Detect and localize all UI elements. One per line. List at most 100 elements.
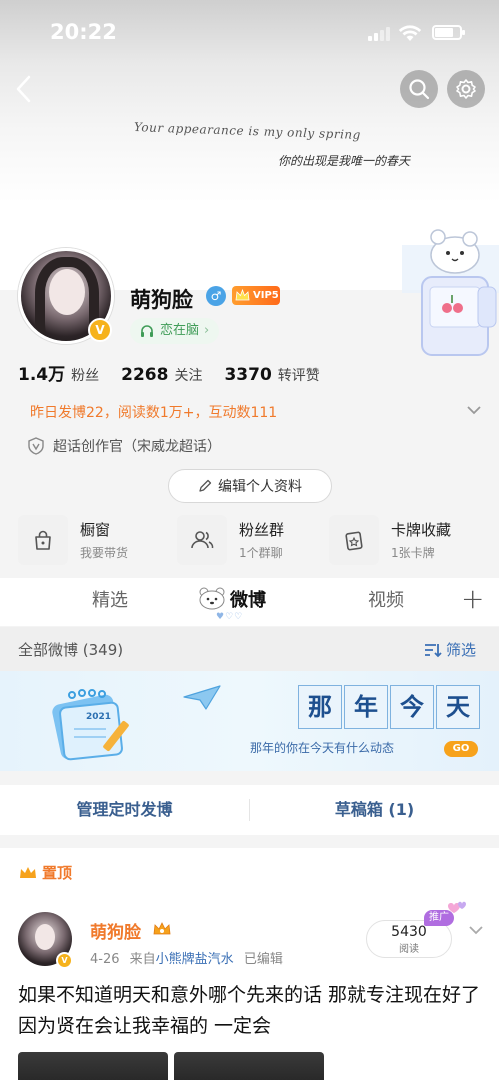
tab-weibo[interactable]: 微博 xyxy=(230,586,266,612)
shortcut-title: 橱窗 xyxy=(80,521,111,539)
post-image-thumbnail[interactable] xyxy=(18,1052,168,1080)
shortcut-subtitle: 1张卡牌 xyxy=(391,546,435,560)
creator-title[interactable]: 超话创作官（宋威龙超话） xyxy=(27,436,221,456)
filter-label: 筛选 xyxy=(446,641,477,659)
stat-number: 2268 xyxy=(121,365,169,385)
paper-plane-icon xyxy=(183,685,221,710)
pinned-label: 置顶 xyxy=(18,862,72,883)
profile-stats: 1.4万 粉丝 2268 关注 3370 转评赞 xyxy=(18,360,342,385)
read-count-label: 阅读 xyxy=(399,944,419,955)
profile-tabs: 精选 微博 ♥♡♡ 视频 + xyxy=(0,578,499,626)
status-time: 20:22 xyxy=(50,20,117,44)
pencil-icon xyxy=(199,479,212,492)
banner-char: 今 xyxy=(390,685,434,729)
post-management-bar: 管理定时发博 草稿箱 (1) xyxy=(0,785,499,835)
shortcut-title: 卡牌收藏 xyxy=(391,521,452,539)
tab-featured[interactable]: 精选 xyxy=(92,586,128,612)
post-date: 4-26 xyxy=(90,952,120,967)
post-text: 如果不知道明天和意外哪个先来的话 那就专注现在好了 因为贤在会让我幸福的 一定会 xyxy=(18,984,481,1037)
shortcut-title: 粉丝群 xyxy=(239,521,285,539)
post-author-name[interactable]: 萌狗脸 xyxy=(90,918,141,943)
shortcut-showcase[interactable]: 橱窗 我要带货 xyxy=(18,514,128,566)
that-year-today-banner[interactable]: 2021 那 年 今 天 那年的你在今天有什么动态 GO xyxy=(0,671,499,771)
edit-profile-label: 编辑个人资料 xyxy=(218,479,302,495)
post-from: 来自 xyxy=(129,952,156,967)
headphones-icon xyxy=(141,325,153,337)
calendar-year: 2021 xyxy=(86,712,111,722)
battery-icon xyxy=(432,25,465,40)
chevron-down-icon[interactable] xyxy=(468,924,484,936)
profile-signature: Your appearance is my only spring 你的出现是我… xyxy=(130,118,430,178)
wifi-icon xyxy=(398,25,422,41)
tab-video[interactable]: 视频 xyxy=(368,586,404,612)
status-bar: 20:22 xyxy=(0,0,499,64)
shortcut-subtitle: 1个群聊 xyxy=(239,546,283,560)
gear-icon xyxy=(456,79,476,99)
drafts-button[interactable]: 草稿箱 (1) xyxy=(250,785,499,835)
chevron-down-icon[interactable] xyxy=(466,404,482,416)
cellular-signal-icon xyxy=(368,27,390,41)
shopping-bag-icon xyxy=(18,515,68,565)
filter-icon xyxy=(425,643,442,657)
shortcut-subtitle: 我要带货 xyxy=(80,546,129,560)
status-tag-chip[interactable]: 恋在脑 › xyxy=(130,318,220,344)
search-button[interactable] xyxy=(400,70,438,108)
status-tag-label: 恋在脑 xyxy=(160,323,200,338)
stat-label: 关注 xyxy=(174,368,203,384)
chevron-right-icon: › xyxy=(204,323,210,338)
banner-subtitle: 那年的你在今天有什么动态 xyxy=(250,741,395,755)
profile-shortcuts: 橱窗 我要带货 粉丝群 1个群聊 卡牌收藏 1张卡牌 xyxy=(0,514,499,570)
calendar-illustration-icon: 2021 xyxy=(52,689,129,761)
verified-v-badge: V xyxy=(56,952,73,969)
back-arrow-icon[interactable] xyxy=(12,74,36,104)
read-count: 5430 xyxy=(391,924,427,940)
signature-chinese: 你的出现是我唯一的春天 xyxy=(278,154,411,168)
search-icon xyxy=(409,79,430,100)
stat-interactions[interactable]: 3370 转评赞 xyxy=(224,365,319,385)
stat-number: 3370 xyxy=(224,365,272,385)
post-source-link[interactable]: 小熊牌盐汽水 xyxy=(156,952,234,967)
post-image-thumbnail[interactable] xyxy=(174,1052,324,1080)
vip-label: VIP5 xyxy=(253,290,279,301)
edit-profile-button[interactable]: 编辑个人资料 xyxy=(168,469,332,503)
stat-label: 粉丝 xyxy=(71,368,100,384)
filter-button[interactable]: 筛选 xyxy=(424,639,476,660)
pinned-post-card[interactable]: 置顶 V 萌狗脸 4-26 来自小熊牌盐汽水 已编辑 5430 阅读 推广 如果… xyxy=(0,848,499,1080)
male-gender-icon: ♂ xyxy=(206,286,226,306)
shield-v-icon xyxy=(28,437,44,455)
vip-level-badge[interactable]: VIP5 xyxy=(232,286,280,305)
vip-crown-icon xyxy=(153,922,171,935)
bear-face-icon xyxy=(199,587,225,610)
creator-title-label: 超话创作官（宋威龙超话） xyxy=(53,439,221,455)
posts-filter-bar: 全部微博 (349) 筛选 xyxy=(0,627,499,671)
profile-username: 萌狗脸 xyxy=(130,288,193,312)
verified-v-badge: V xyxy=(88,318,112,342)
scheduled-posts-button[interactable]: 管理定时发博 xyxy=(0,785,249,835)
all-posts-count: 全部微博 (349) xyxy=(18,641,124,659)
promote-tag[interactable]: 推广 xyxy=(424,910,454,926)
tab-hearts-decoration: ♥♡♡ xyxy=(216,612,244,622)
settings-button[interactable] xyxy=(447,70,485,108)
banner-char: 那 xyxy=(298,685,342,729)
stat-following[interactable]: 2268 关注 xyxy=(121,365,202,385)
vip-crown-icon xyxy=(235,288,250,301)
yesterday-activity-summary[interactable]: 昨日发博22，阅读数1万+，互动数111 xyxy=(30,402,277,422)
signature-english: Your appearance is my only spring xyxy=(133,120,362,142)
stat-followers[interactable]: 1.4万 粉丝 xyxy=(18,360,99,385)
crown-icon xyxy=(20,866,36,878)
banner-char: 年 xyxy=(344,685,388,729)
stat-number: 1.4万 xyxy=(18,365,66,385)
stat-label: 转评赞 xyxy=(277,368,320,384)
post-edited: 已编辑 xyxy=(243,952,283,967)
shortcut-fan-group[interactable]: 粉丝群 1个群聊 xyxy=(177,514,284,566)
banner-char: 天 xyxy=(436,685,480,729)
pinned-text: 置顶 xyxy=(42,864,73,882)
add-tab-plus-icon[interactable]: + xyxy=(461,582,484,615)
post-meta: 4-26 来自小熊牌盐汽水 已编辑 xyxy=(90,948,283,967)
shortcut-card-collection[interactable]: 卡牌收藏 1张卡牌 xyxy=(329,514,451,566)
banner-title-chars: 那 年 今 天 xyxy=(298,685,482,729)
group-icon xyxy=(177,515,227,565)
bear-sticker-decoration xyxy=(402,229,499,356)
banner-go-button[interactable]: GO xyxy=(444,741,478,757)
card-icon xyxy=(329,515,379,565)
